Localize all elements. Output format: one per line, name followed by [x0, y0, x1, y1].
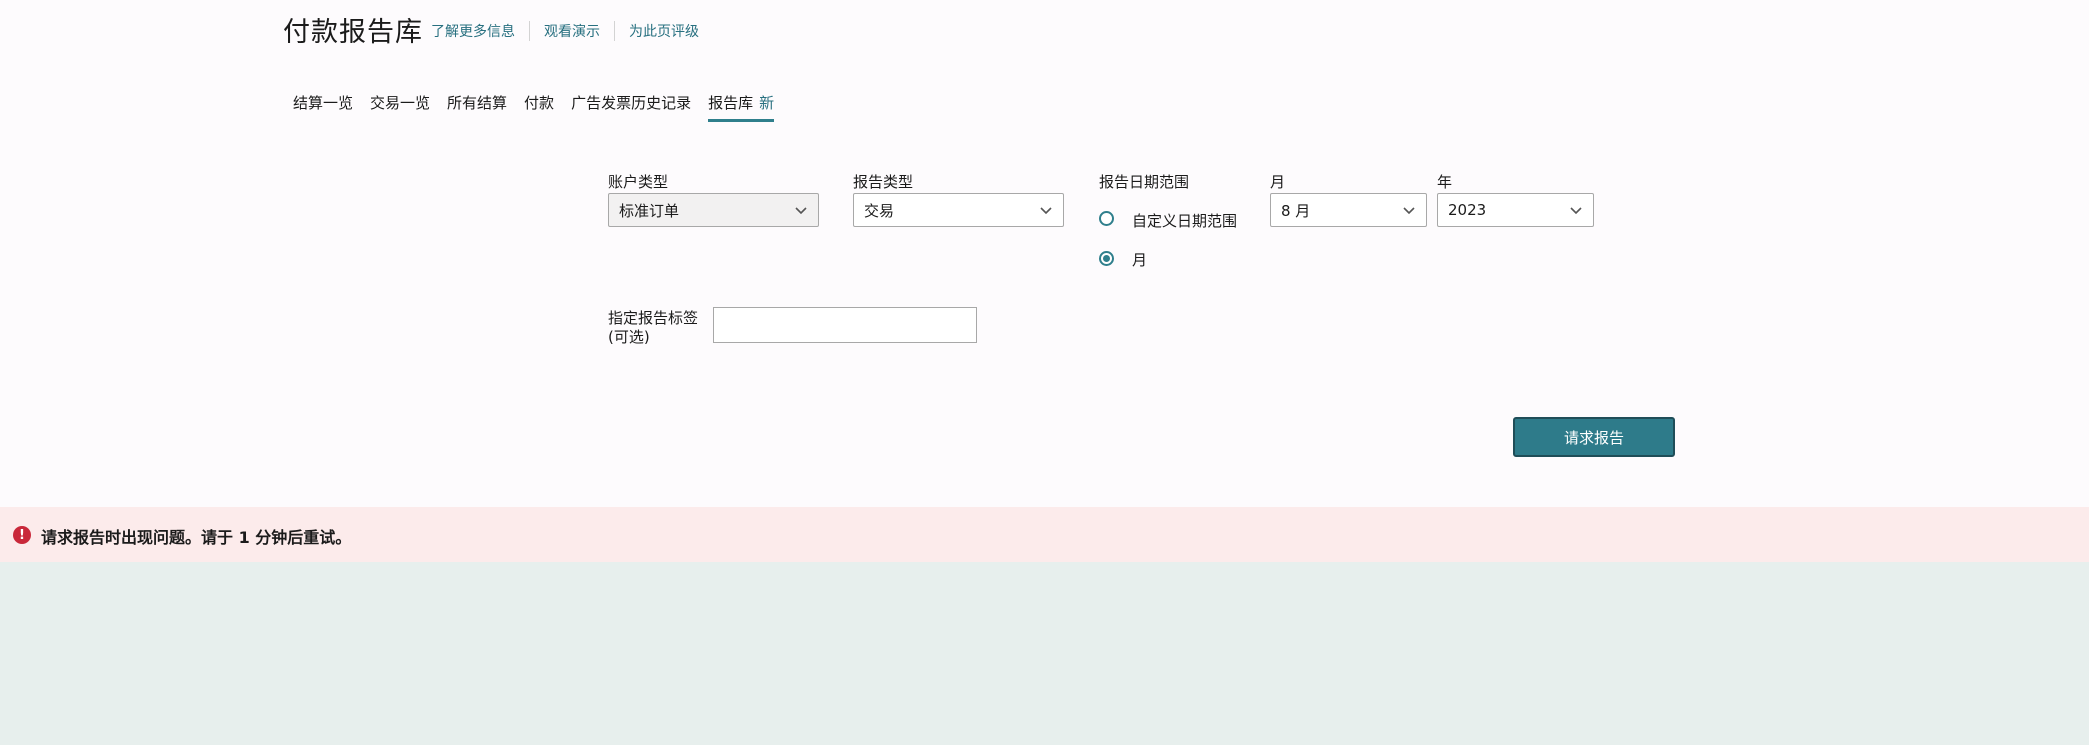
exclamation-icon: ! — [13, 526, 31, 544]
account-type-label: 账户类型 — [608, 173, 669, 191]
report-type-label: 报告类型 — [853, 173, 914, 191]
learn-more-link[interactable]: 了解更多信息 — [431, 21, 515, 41]
year-select[interactable]: 2023 — [1437, 193, 1594, 227]
report-tag-label: 指定报告标签 — [608, 309, 699, 327]
year-value: 2023 — [1448, 201, 1487, 219]
page-footer-area — [0, 562, 2089, 745]
month-radio[interactable] — [1099, 251, 1114, 266]
chevron-down-icon — [1570, 207, 1582, 215]
custom-range-label: 自定义日期范围 — [1132, 212, 1238, 230]
report-tag-input[interactable] — [713, 307, 977, 343]
request-report-button[interactable]: 请求报告 — [1513, 417, 1675, 457]
link-divider — [529, 21, 530, 41]
tab-payments[interactable]: 付款 — [524, 92, 554, 122]
custom-range-radio[interactable] — [1099, 211, 1114, 226]
report-tag-optional: (可选) — [608, 328, 650, 346]
date-range-label: 报告日期范围 — [1099, 173, 1190, 191]
year-label: 年 — [1437, 173, 1453, 191]
chevron-down-icon — [1040, 207, 1052, 215]
chevron-down-icon — [795, 207, 807, 215]
chevron-down-icon — [1403, 207, 1415, 215]
tab-settlement-summary[interactable]: 结算一览 — [293, 92, 353, 122]
month-select[interactable]: 8 月 — [1270, 193, 1427, 227]
error-banner: ! 请求报告时出现问题。请于 1 分钟后重试。 — [0, 507, 2089, 562]
new-badge: 新 — [759, 94, 775, 112]
error-message: 请求报告时出现问题。请于 1 分钟后重试。 — [41, 528, 352, 547]
tab-transaction-summary[interactable]: 交易一览 — [370, 92, 430, 122]
account-type-value: 标准订单 — [619, 201, 680, 220]
watch-demo-link[interactable]: 观看演示 — [544, 21, 600, 41]
header-links: 了解更多信息 观看演示 为此页评级 — [431, 21, 699, 41]
tab-ad-invoice-history[interactable]: 广告发票历史记录 — [571, 92, 691, 122]
link-divider — [614, 21, 615, 41]
page-title: 付款报告库 — [283, 17, 423, 48]
tab-all-settlements[interactable]: 所有结算 — [447, 92, 507, 122]
account-type-select[interactable]: 标准订单 — [608, 193, 819, 227]
tab-label: 报告库 — [708, 94, 754, 112]
tab-report-library[interactable]: 报告库新 — [708, 92, 775, 122]
page-header: 付款报告库 了解更多信息 观看演示 为此页评级 结算一览 交易一览 所有结算 付… — [0, 0, 2089, 125]
report-type-value: 交易 — [864, 201, 895, 220]
month-value: 8 月 — [1281, 201, 1311, 220]
report-form — [0, 124, 2089, 507]
month-option-label: 月 — [1132, 251, 1148, 269]
rate-page-link[interactable]: 为此页评级 — [629, 21, 699, 41]
tab-bar: 结算一览 交易一览 所有结算 付款 广告发票历史记录 报告库新 — [293, 92, 791, 122]
report-type-select[interactable]: 交易 — [853, 193, 1064, 227]
month-label: 月 — [1270, 173, 1286, 191]
